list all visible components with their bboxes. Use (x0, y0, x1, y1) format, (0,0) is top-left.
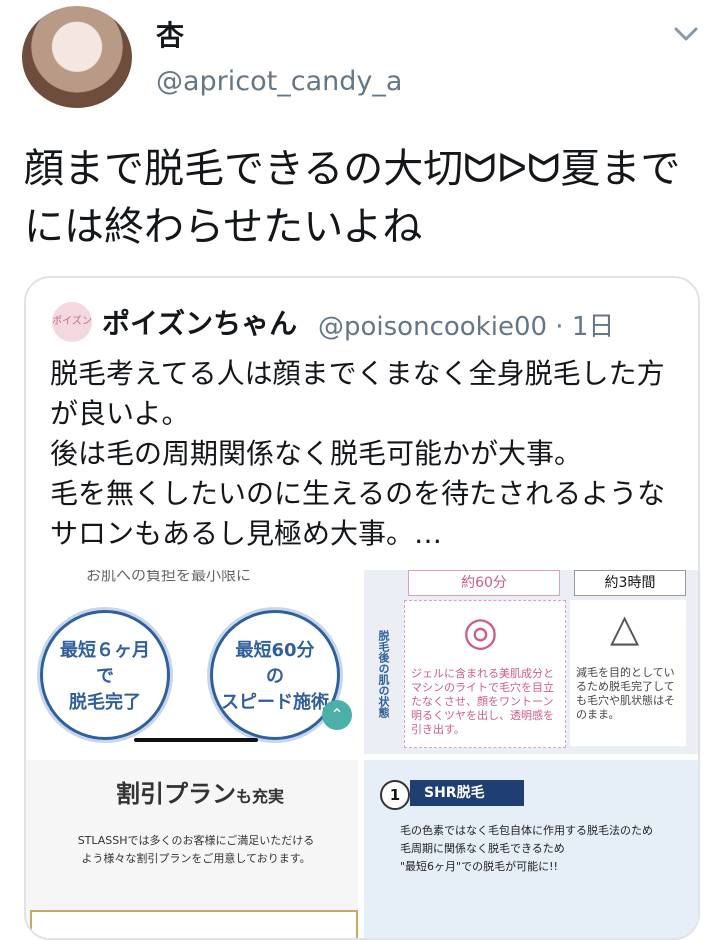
right-desc: 減毛を目的としているため脱毛完了しても毛穴や肌状態はそのまま。 (576, 666, 675, 721)
circle2-line1: 最短60分 (235, 640, 315, 661)
scroll-up-icon[interactable]: ⌃ (322, 700, 352, 730)
circle-six-months: 最短６ヶ月 で 脱毛完了 (40, 610, 170, 740)
quoted-handle[interactable]: @poisoncookie00 · 1日 (318, 306, 614, 343)
quoted-avatar[interactable]: ポイズン (52, 302, 92, 342)
panel3-title-main: 割引プラン (116, 780, 236, 808)
circle2-line3: スピード施術 (221, 692, 329, 713)
quoted-tweet[interactable]: ポイズン ポイズンちゃん @poisoncookie00 · 1日 脱毛考えてる… (24, 276, 700, 940)
chevron-down-icon[interactable] (670, 18, 702, 50)
user-handle[interactable]: @apricot_candy_a (156, 66, 402, 97)
media-grid[interactable]: お肌への負担を最小限に 最短６ヶ月 で 脱毛完了 最短60分 の スピード施術 … (26, 570, 698, 938)
media-image-1[interactable]: お肌への負担を最小限に 最短６ヶ月 で 脱毛完了 最短60分 の スピード施術 … (26, 570, 358, 754)
panel3-title: 割引プランも充実 (116, 774, 284, 809)
quoted-display-name[interactable]: ポイズンちゃん (102, 302, 297, 342)
circle2-line2: の (266, 666, 284, 687)
double-circle-icon: ◎ (463, 609, 498, 655)
left-desc: ジェルに含まれる美肌成分とマシンのライトで毛穴を目立たなくさせ、顔をワントーン明… (411, 667, 554, 736)
time-three-hours: 約3時間 (574, 570, 686, 596)
avatar[interactable] (22, 6, 132, 108)
panel4-lines: 毛の色素ではなく毛包自体に作用する脱毛法のため 毛周期に関係なく脱毛できるため … (400, 822, 690, 876)
gold-frame (30, 910, 358, 938)
media-image-2[interactable]: 約60分 約3時間 脱毛後の肌の状態 ◎ ジェルに含まれる美肌成分とマシンのライ… (364, 570, 698, 754)
step-number: 1 (380, 780, 410, 810)
left-card: ◎ ジェルに含まれる美肌成分とマシンのライトで毛穴を目立たなくさせ、顔をワントー… (404, 600, 566, 748)
circle1-line3: 脱毛完了 (69, 692, 141, 713)
display-name[interactable]: 杏 (156, 14, 184, 54)
right-card: △ 減毛を目的としているため脱毛完了しても毛穴や肌状態はそのまま。 (570, 600, 686, 746)
triangle-icon: △ (610, 606, 640, 650)
shr-tag: SHR脱毛 (410, 780, 524, 806)
home-indicator (134, 738, 258, 742)
media-image-3[interactable]: 割引プランも充実 STLASSHでは多くのお客様にご満足いただけるよう様々な割引… (26, 760, 358, 938)
panel3-desc: STLASSHでは多くのお客様にご満足いただけるよう様々な割引プランをご用意して… (77, 834, 315, 865)
circle1-line1: 最短６ヶ月 (60, 640, 150, 661)
panel1-top-text: お肌への負担を最小限に (86, 570, 252, 584)
panel4-line2: 毛周期に関係なく脱毛できるため (400, 842, 565, 855)
panel4-line3: "最短6ヶ月"での脱毛が可能に!! (400, 860, 558, 873)
panel4-line1: 毛の色素ではなく毛包自体に作用する脱毛法のため (400, 824, 653, 837)
panel3-title-small: も充実 (236, 787, 285, 806)
quoted-text: 脱毛考えてる人は顔までくまなく全身脱毛した方が良いよ。 後は毛の周期関係なく脱毛… (50, 357, 666, 550)
time-sixty: 約60分 (408, 570, 560, 596)
circle-sixty-minutes: 最短60分 の スピード施術 (210, 610, 340, 740)
tweet-text: 顔まで脱毛できるの大切ᗢᐅᗢ夏までには終わらせたいよね (24, 146, 681, 250)
media-image-4[interactable]: 1 SHR脱毛 毛の色素ではなく毛包自体に作用する脱毛法のため 毛周期に関係なく… (364, 760, 698, 938)
side-label: 脱毛後の肌の状態 (377, 630, 390, 718)
circle1-line2: で (96, 666, 114, 687)
